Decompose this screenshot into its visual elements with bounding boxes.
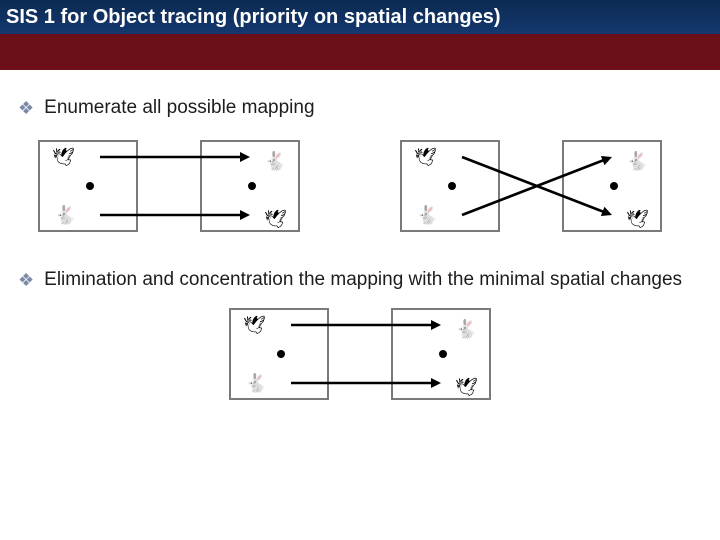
title-band: SIS 1 for Object tracing (priority on sp… (0, 0, 720, 70)
figure-row-2: 🕊 🐇 🐇 🕊 (18, 306, 702, 402)
diamond-bullet-icon: ❖ (18, 97, 34, 120)
slide-body: ❖ Enumerate all possible mapping 🕊 🐇 🐇 🕊… (18, 96, 702, 402)
figure-minimal-mapping: 🕊 🐇 🐇 🕊 (229, 306, 491, 402)
mapping-arrows (400, 138, 662, 234)
title-band-maroon (0, 34, 720, 70)
bullet-text: Enumerate all possible mapping (44, 96, 702, 120)
figure-row-1: 🕊 🐇 🐇 🕊 🕊 🐇 🐇 🕊 (38, 138, 702, 234)
mapping-arrows (229, 306, 491, 402)
bullet-text: Elimination and concentration the mappin… (44, 268, 702, 292)
slide-title: SIS 1 for Object tracing (priority on sp… (0, 0, 720, 34)
diamond-bullet-icon: ❖ (18, 269, 34, 292)
bullet-row: ❖ Elimination and concentration the mapp… (18, 268, 702, 292)
bullet-row: ❖ Enumerate all possible mapping (18, 96, 702, 120)
mapping-arrows (38, 138, 300, 234)
figure-parallel-mapping: 🕊 🐇 🐇 🕊 (38, 138, 300, 234)
figure-crossed-mapping: 🕊 🐇 🐇 🕊 (400, 138, 662, 234)
